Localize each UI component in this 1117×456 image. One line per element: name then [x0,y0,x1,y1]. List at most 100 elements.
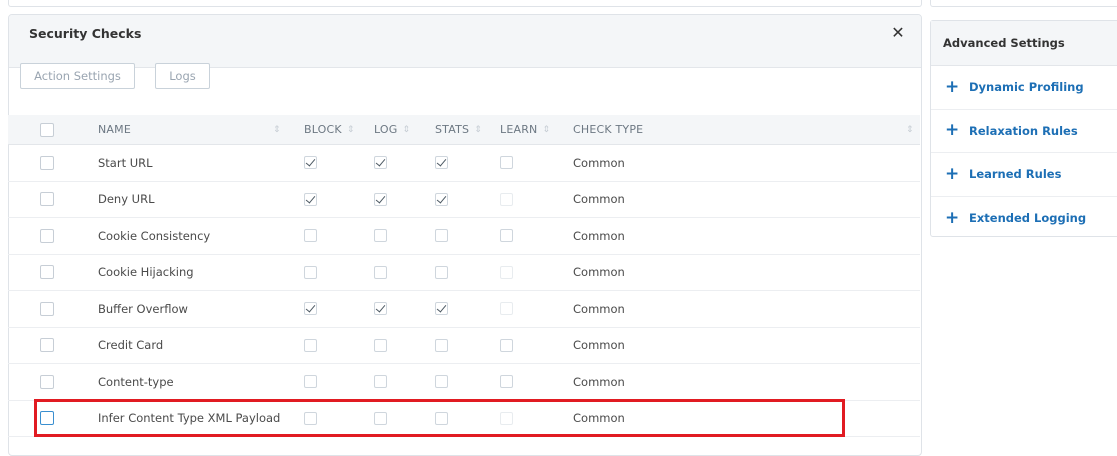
check-name: Credit Card [98,338,164,353]
row-select-cell [40,218,54,254]
table-body: Start URL Common Deny URL Common Cookie Cons… [8,145,920,437]
highlight-box [34,399,845,437]
stats-cell [435,364,448,400]
learn-checkbox[interactable] [500,156,513,170]
column-header-log[interactable]: LOG ⇕ [374,115,410,144]
learn-cell [500,218,513,254]
advanced-setting-relaxation-rules[interactable]: + Relaxation Rules [931,110,1117,153]
block-checkbox[interactable] [304,265,317,279]
sort-icon[interactable]: ⇕ [542,125,550,135]
column-header-name[interactable]: NAME [98,115,131,144]
block-checkbox[interactable] [304,338,317,352]
sort-icon[interactable]: ⇕ [906,115,914,144]
block-checkbox[interactable] [304,375,317,389]
row-select-checkbox[interactable] [40,265,54,280]
row-select-cell [40,145,54,181]
column-header-check-type[interactable]: CHECK TYPE [573,115,643,144]
block-cell [304,182,317,218]
stats-checkbox[interactable] [435,229,448,243]
row-select-checkbox[interactable] [40,338,54,353]
advanced-setting-dynamic-profiling[interactable]: + Dynamic Profiling [931,66,1117,110]
check-name: Deny URL [98,192,155,207]
close-icon: ✕ [891,23,905,42]
advanced-settings-panel: Advanced Settings + Dynamic Profiling + Rel… [930,20,1117,237]
table-row[interactable]: Cookie Consistency Common [8,218,920,255]
table-row[interactable]: Start URL Common [8,145,920,182]
log-checkbox[interactable] [374,265,387,279]
block-cell [304,291,317,327]
log-checkbox[interactable] [374,229,387,243]
log-cell [374,255,387,291]
select-all-checkbox[interactable] [40,122,54,137]
plus-icon: + [945,163,960,184]
block-cell [304,218,317,254]
check-type: Common [573,338,625,353]
learn-checkbox[interactable] [500,375,513,389]
select-all-cell [40,115,54,144]
panel-header: Security Checks ✕ [9,15,921,68]
sort-icon[interactable]: ⇕ [474,125,482,135]
check-type: Common [573,192,625,207]
row-select-cell [40,291,54,327]
previous-panel-edge [8,0,922,7]
stats-checkbox[interactable] [435,375,448,389]
stats-checkbox[interactable] [435,338,448,352]
stats-checkbox[interactable] [435,156,448,170]
row-select-checkbox[interactable] [40,192,54,207]
log-checkbox[interactable] [374,302,387,316]
close-button[interactable]: ✕ [889,24,907,42]
log-checkbox[interactable] [374,192,387,206]
row-select-checkbox[interactable] [40,155,54,170]
sort-icon[interactable]: ⇕ [273,115,281,144]
table-row[interactable]: Cookie Hijacking Common [8,255,920,291]
advanced-setting-learned-rules[interactable]: + Learned Rules [931,153,1117,197]
advanced-setting-label: Learned Rules [969,167,1062,182]
advanced-setting-extended-logging[interactable]: + Extended Logging [931,197,1117,241]
row-select-checkbox[interactable] [40,374,54,389]
block-checkbox[interactable] [304,302,317,316]
column-header-stats[interactable]: STATS ⇕ [435,115,482,144]
sort-icon[interactable]: ⇕ [403,125,411,135]
table-row[interactable]: Buffer Overflow Common [8,291,920,328]
log-cell [374,328,387,364]
row-select-checkbox[interactable] [40,228,54,243]
check-type: Common [573,155,625,170]
block-checkbox[interactable] [304,156,317,170]
table-header: NAME ⇕ BLOCK ⇕ LOG ⇕ STATS ⇕ LEARN ⇕ CHECK T… [8,115,920,145]
check-type: Common [573,265,625,280]
column-header-learn[interactable]: LEARN ⇕ [500,115,550,144]
table-row[interactable]: Deny URL Common [8,182,920,218]
learn-checkbox[interactable] [500,338,513,352]
table-row[interactable]: Credit Card Common [8,328,920,364]
block-checkbox[interactable] [304,192,317,206]
log-checkbox[interactable] [374,338,387,352]
stats-checkbox[interactable] [435,302,448,316]
stats-checkbox[interactable] [435,265,448,279]
logs-button[interactable]: Logs [155,63,210,89]
advanced-settings-list: + Dynamic Profiling + Relaxation Rules + Lear… [931,66,1117,240]
sort-icon[interactable]: ⇕ [347,125,355,135]
log-checkbox[interactable] [374,156,387,170]
table-row[interactable]: Content-type Common [8,364,920,401]
stats-checkbox[interactable] [435,192,448,206]
check-name: Start URL [98,155,153,170]
learn-checkbox [500,302,513,316]
block-cell [304,364,317,400]
advanced-setting-label: Extended Logging [969,211,1087,226]
log-cell [374,364,387,400]
check-name: Content-type [98,374,174,389]
log-checkbox[interactable] [374,375,387,389]
advanced-setting-label: Dynamic Profiling [969,80,1084,95]
log-cell [374,145,387,181]
block-cell [304,255,317,291]
column-header-block[interactable]: BLOCK ⇕ [304,115,355,144]
check-type: Common [573,228,625,243]
log-cell [374,291,387,327]
row-select-checkbox[interactable] [40,301,54,316]
learn-checkbox[interactable] [500,229,513,243]
plus-icon: + [945,207,960,228]
action-settings-button[interactable]: Action Settings [20,63,135,89]
block-checkbox[interactable] [304,229,317,243]
check-name: Buffer Overflow [98,301,188,316]
learn-checkbox [500,192,513,206]
